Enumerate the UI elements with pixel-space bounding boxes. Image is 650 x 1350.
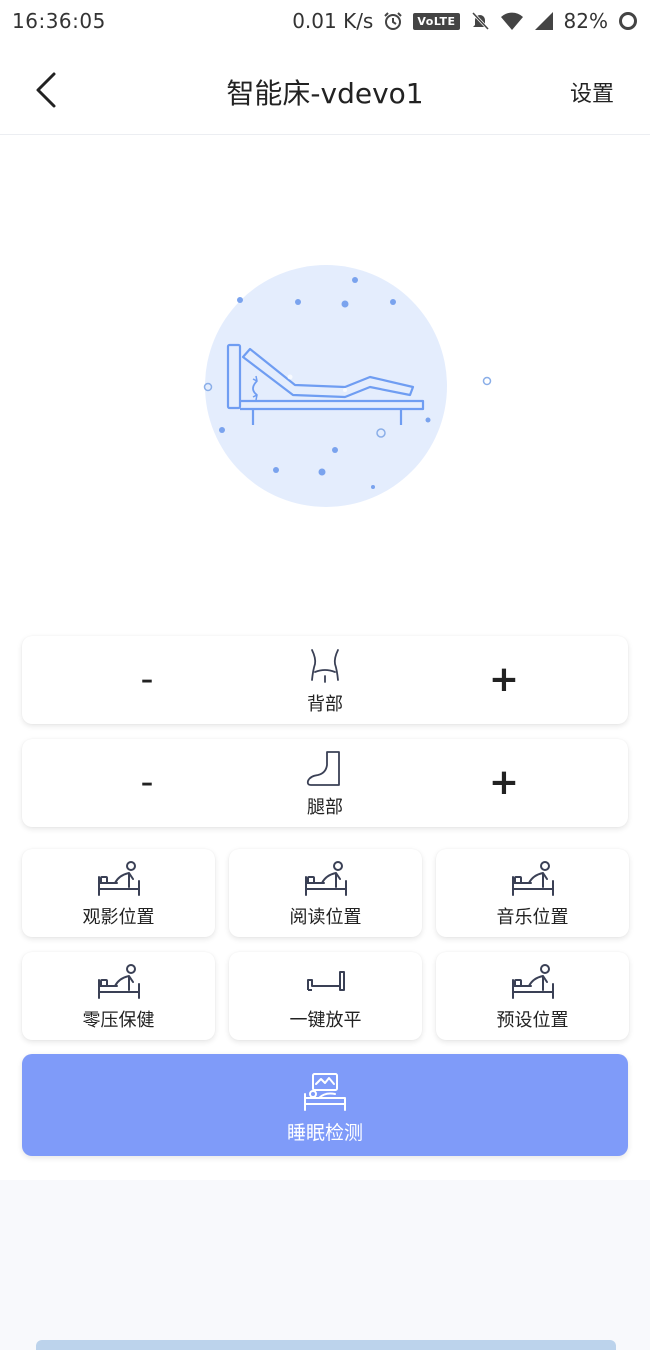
sleep-monitor-icon [304, 1073, 346, 1111]
bed-person-icon [511, 964, 554, 999]
bed-person-icon [97, 861, 140, 896]
leg-minus-button[interactable]: - [117, 761, 177, 805]
status-bar: 16:36:05 0.01 K/s VoLTE 82% [0, 0, 650, 44]
app-screen: 16:36:05 0.01 K/s VoLTE 82% 智能床-vdevo1 设… [0, 0, 650, 1350]
zero-gravity-label: 零压保健 [82, 1010, 155, 1031]
back-plus-button[interactable]: + [474, 658, 534, 702]
preset-position-button[interactable]: 预设位置 [436, 952, 629, 1040]
music-position-button[interactable]: 音乐位置 [436, 849, 629, 937]
reading-position-button[interactable]: 阅读位置 [229, 849, 422, 937]
leg-adjust-center: 腿部 [285, 749, 365, 819]
preset-position-label: 预设位置 [496, 1010, 569, 1031]
bed-illustration-icon [203, 277, 492, 489]
leg-label: 腿部 [307, 797, 343, 818]
main-content: - 背部 + - 腿部 + 观影位置 阅读位置 音乐位置 零压保健 一键放平 预… [0, 135, 650, 1180]
status-icons: 0.01 K/s VoLTE 82% [292, 9, 638, 33]
music-position-label: 音乐位置 [496, 907, 569, 928]
status-time: 16:36:05 [12, 9, 106, 33]
flat-button[interactable]: 一键放平 [229, 952, 422, 1040]
back-minus-button[interactable]: - [117, 658, 177, 702]
battery-ring-icon [618, 11, 638, 31]
battery-percent: 82% [563, 9, 608, 33]
leg-plus-button[interactable]: + [474, 761, 534, 805]
settings-button[interactable]: 设置 [570, 76, 614, 108]
movie-position-button[interactable]: 观影位置 [22, 849, 215, 937]
back-body-icon [311, 649, 339, 683]
back-adjust-center: 背部 [285, 646, 365, 716]
alarm-icon [383, 11, 403, 31]
movie-position-label: 观影位置 [82, 907, 155, 928]
leg-adjust-row: - 腿部 + [22, 739, 628, 827]
back-adjust-row: - 背部 + [22, 636, 628, 724]
nav-header: 智能床-vdevo1 设置 [0, 44, 650, 135]
bed-person-icon [511, 861, 554, 896]
flat-label: 一键放平 [289, 1010, 362, 1031]
page-title: 智能床-vdevo1 [226, 77, 424, 110]
net-speed: 0.01 K/s [292, 9, 374, 33]
bed-person-icon [97, 964, 140, 999]
foot-icon [306, 751, 340, 786]
bottom-sheet-edge [36, 1340, 616, 1350]
back-label: 背部 [307, 694, 343, 715]
volte-badge: VoLTE [413, 12, 460, 30]
zero-gravity-button[interactable]: 零压保健 [22, 952, 215, 1040]
sleep-detect-button[interactable]: 睡眠检测 [22, 1054, 628, 1156]
flat-bed-icon [306, 971, 345, 991]
bed-person-icon [304, 861, 347, 896]
mute-bell-icon [470, 11, 490, 31]
reading-position-label: 阅读位置 [289, 907, 362, 928]
signal-icon [534, 11, 554, 31]
wifi-icon [500, 11, 524, 31]
sleep-detect-label: 睡眠检测 [286, 1122, 363, 1144]
